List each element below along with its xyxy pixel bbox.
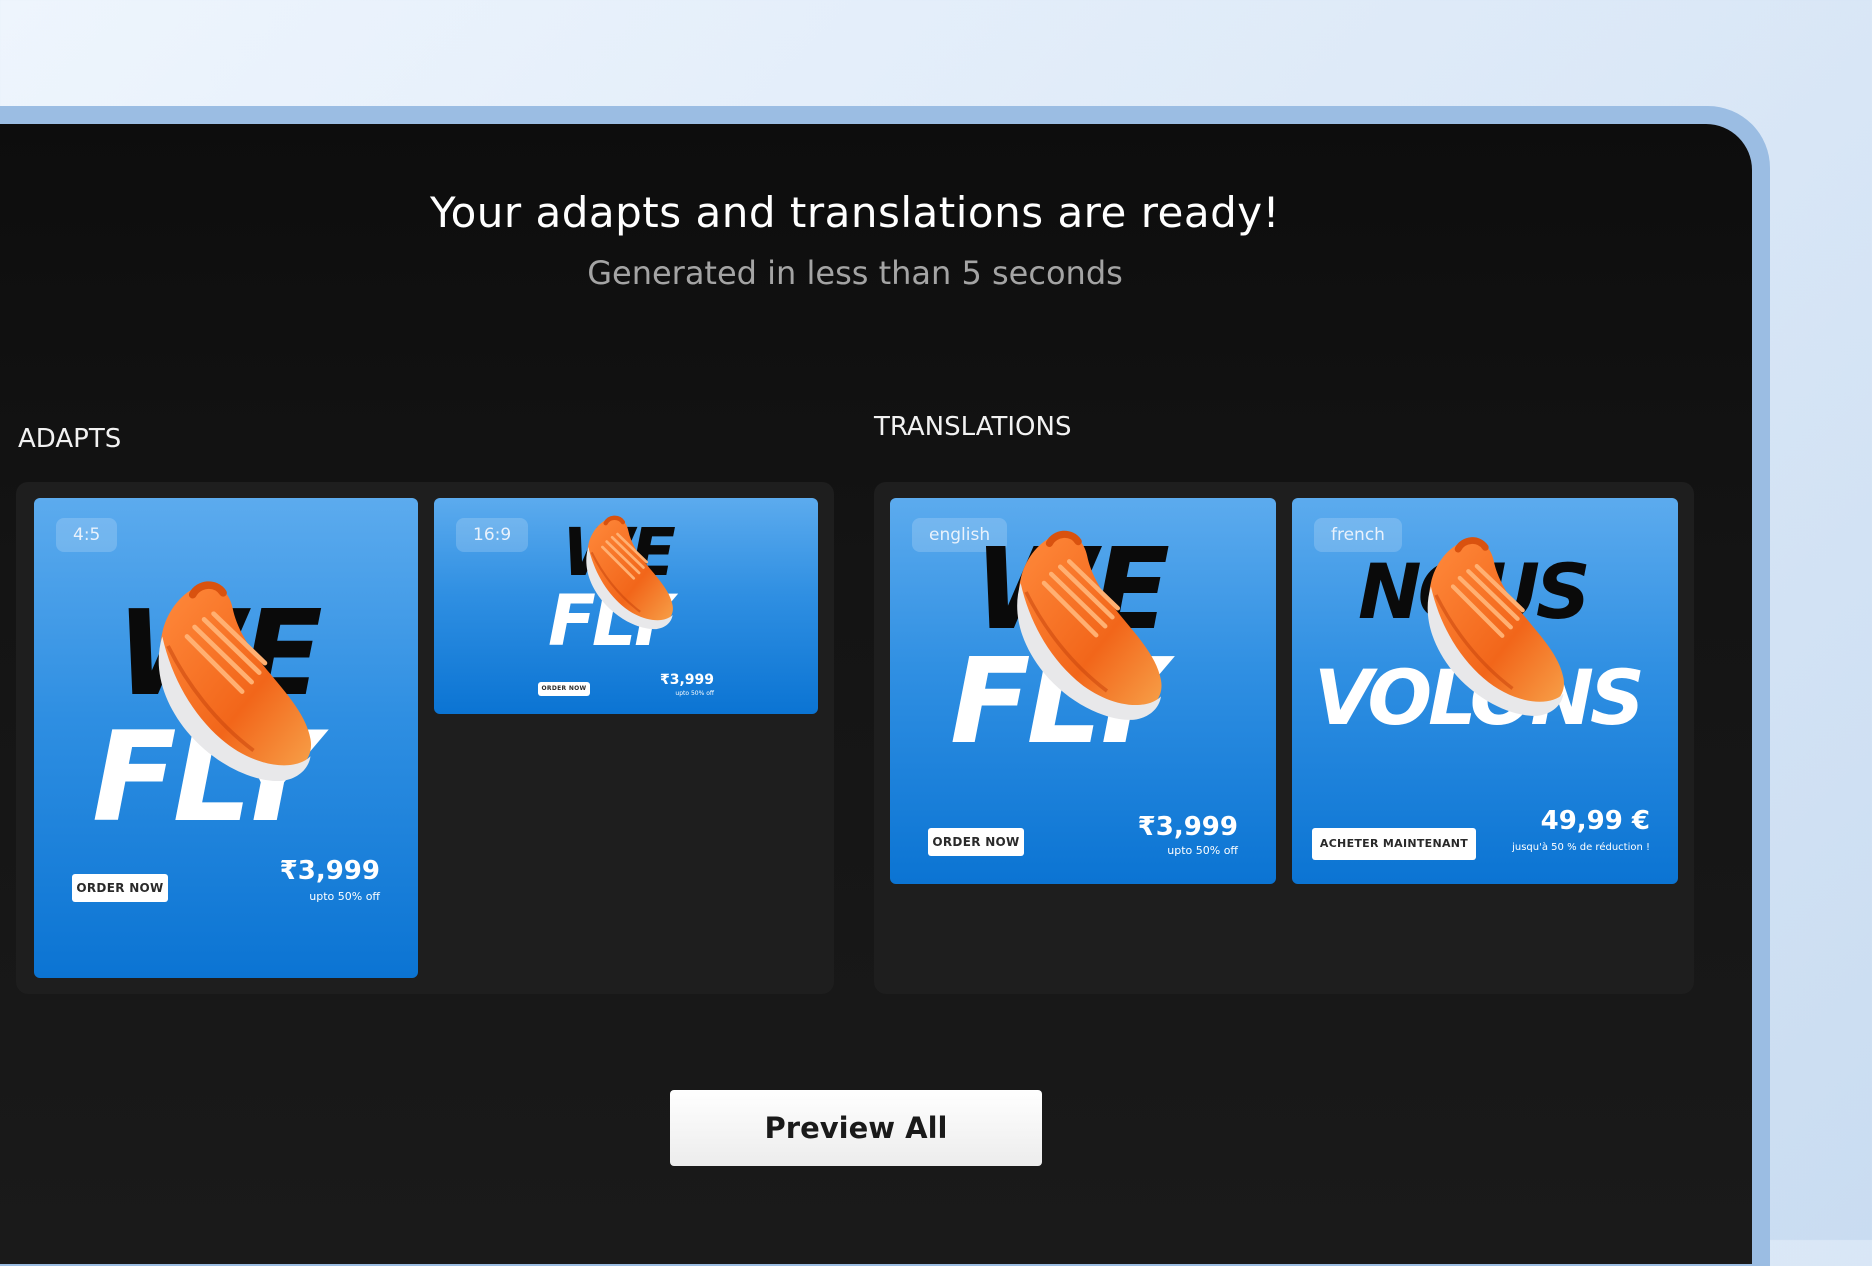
results-window: Your adapts and translations are ready! … xyxy=(0,124,1752,1264)
ratio-badge: 4:5 xyxy=(56,518,118,552)
discount-label: jusqu'à 50 % de réduction ! xyxy=(1512,842,1650,853)
ratio-badge: 16:9 xyxy=(456,518,529,552)
order-now-button[interactable]: ORDER NOW xyxy=(72,874,168,902)
adapt-card-4x5[interactable]: 4:5 WE FLY ORDER NOW ₹3,999 upto 50% off xyxy=(34,498,418,978)
price-label: 49,99 € xyxy=(1540,806,1650,836)
translation-card-french[interactable]: french NOUS VOLONS ACHETER MAINTENANT 49… xyxy=(1292,498,1678,884)
sneaker-icon xyxy=(130,578,320,790)
translation-card-english[interactable]: english WE FLY ORDER NOW ₹3,999 upto 50%… xyxy=(890,498,1276,884)
page-subtitle: Generated in less than 5 seconds xyxy=(587,254,1123,292)
price-label: ₹3,999 xyxy=(659,672,714,688)
discount-label: upto 50% off xyxy=(309,890,380,903)
buy-now-button[interactable]: ACHETER MAINTENANT xyxy=(1312,828,1476,860)
translations-panel: english WE FLY ORDER NOW ₹3,999 upto 50%… xyxy=(874,482,1694,994)
price-label: ₹3,999 xyxy=(279,856,380,886)
adapts-section-label: ADAPTS xyxy=(18,424,122,454)
sneaker-icon xyxy=(570,514,678,634)
price-label: ₹3,999 xyxy=(1137,812,1238,842)
order-now-button[interactable]: ORDER NOW xyxy=(538,682,590,696)
page-title: Your adapts and translations are ready! xyxy=(430,188,1280,237)
order-now-button[interactable]: ORDER NOW xyxy=(928,828,1024,856)
sneaker-icon xyxy=(990,528,1170,728)
adapts-panel: 4:5 WE FLY ORDER NOW ₹3,999 upto 50% off… xyxy=(16,482,834,994)
adapt-card-16x9[interactable]: 16:9 WE FLY ORDER NOW ₹3,999 upto 50% of… xyxy=(434,498,818,714)
preview-all-button[interactable]: Preview All xyxy=(670,1090,1042,1166)
translations-section-label: TRANSLATIONS xyxy=(874,412,1072,442)
discount-label: upto 50% off xyxy=(675,690,714,697)
sneaker-icon xyxy=(1402,534,1572,724)
discount-label: upto 50% off xyxy=(1167,844,1238,857)
